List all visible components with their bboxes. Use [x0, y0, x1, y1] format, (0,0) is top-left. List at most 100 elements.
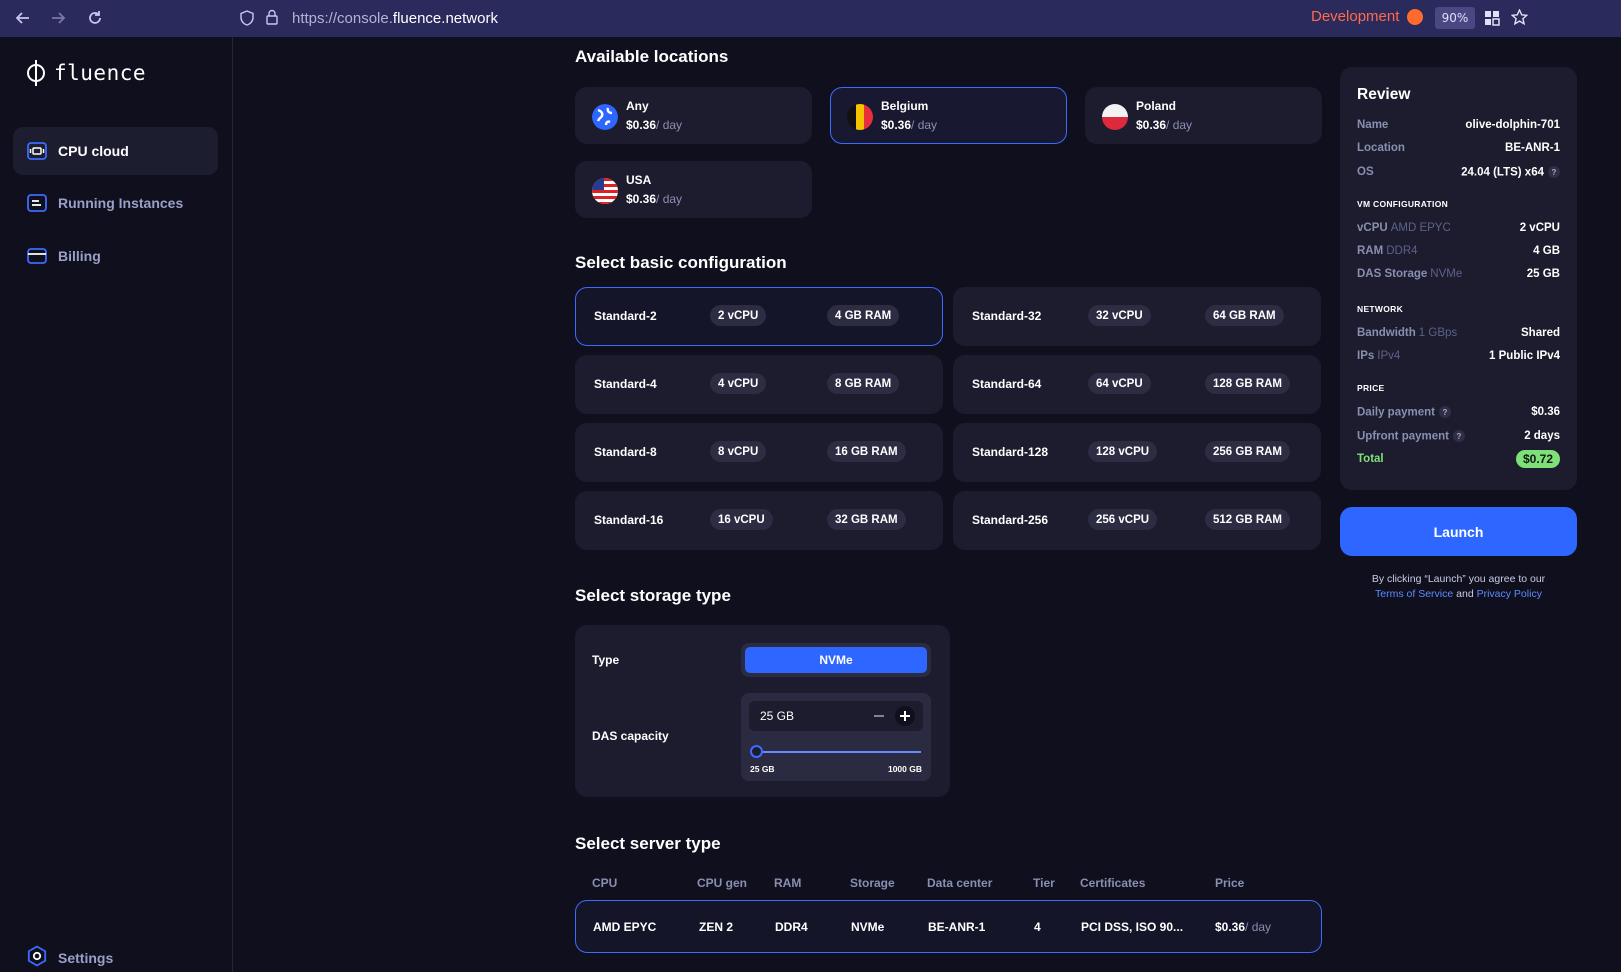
- launch-button[interactable]: Launch: [1340, 507, 1577, 556]
- review-row-das-storage: DAS Storage NVMe 25 GB: [1357, 268, 1560, 280]
- reload-icon[interactable]: [85, 8, 105, 28]
- ram-pill: 8 GB RAM: [827, 373, 900, 394]
- capacity-slider-handle[interactable]: [750, 745, 763, 758]
- config-name: Standard-2: [594, 309, 657, 323]
- location-name: Any: [626, 99, 649, 113]
- review-row-ram: RAM DDR4 4 GB: [1357, 245, 1560, 257]
- browser-toolbar: https://console.fluence.network Developm…: [0, 0, 1621, 37]
- cpu-pill: 64 vCPU: [1088, 373, 1151, 394]
- server-row[interactable]: AMD EPYC ZEN 2 DDR4 NVMe BE-ANR-1 4 PCI …: [575, 900, 1322, 953]
- ram-pill: 16 GB RAM: [827, 441, 906, 462]
- config-card-standard-128[interactable]: Standard-128 128 vCPU 256 GB RAM: [953, 423, 1321, 482]
- config-name: Standard-8: [594, 445, 657, 459]
- slider-min-label: 25 GB: [750, 764, 775, 774]
- config-card-standard-16[interactable]: Standard-16 16 vCPU 32 GB RAM: [575, 491, 943, 550]
- server-list-icon: [26, 192, 48, 214]
- sidebar-item-billing[interactable]: Billing: [13, 232, 218, 280]
- cell-cpu-gen: ZEN 2: [699, 920, 734, 934]
- price-section: PRICE: [1357, 383, 1385, 393]
- col-header-cpu-gen: CPU gen: [697, 876, 748, 890]
- storage-panel: Type NVMe DAS capacity 25 GB 25 GB 1000 …: [575, 625, 950, 797]
- sidebar-item-label: Billing: [58, 248, 101, 264]
- help-icon[interactable]: ?: [1438, 406, 1451, 418]
- help-icon[interactable]: ?: [1548, 166, 1560, 178]
- col-header-tier: Tier: [1033, 876, 1055, 890]
- back-icon[interactable]: [13, 8, 33, 28]
- terms-of-service-link[interactable]: Terms of Service: [1375, 588, 1453, 600]
- fluence-logo-icon: [26, 59, 46, 87]
- vm-config-section: VM CONFIGURATION: [1357, 199, 1449, 209]
- config-name: Standard-4: [594, 377, 657, 391]
- sidebar-item-cpu-cloud[interactable]: CPU cloud: [13, 127, 218, 175]
- cpu-pill: 16 vCPU: [710, 509, 773, 530]
- location-price: $0.36/ day: [1136, 118, 1193, 132]
- col-header-price: Price: [1215, 876, 1245, 890]
- settings-icon: [26, 945, 48, 970]
- location-name: Belgium: [881, 99, 929, 113]
- profile-dot-icon: [1407, 9, 1423, 25]
- cell-storage: NVMe: [851, 920, 885, 934]
- increment-button[interactable]: [895, 706, 915, 726]
- config-card-standard-8[interactable]: Standard-8 8 vCPU 16 GB RAM: [575, 423, 943, 482]
- forward-icon[interactable]: [48, 8, 68, 28]
- das-capacity-input[interactable]: 25 GB: [749, 701, 923, 731]
- sidebar-item-running-instances[interactable]: Running Instances: [13, 179, 218, 227]
- cell-ram: DDR4: [775, 920, 808, 934]
- das-capacity-control: 25 GB 25 GB 1000 GB: [741, 693, 931, 781]
- config-name: Standard-128: [972, 445, 1049, 459]
- profile-label: Development: [1311, 8, 1400, 25]
- config-name: Standard-16: [594, 513, 664, 527]
- config-card-standard-256[interactable]: Standard-256 256 vCPU 512 GB RAM: [953, 491, 1321, 550]
- config-name: Standard-32: [972, 309, 1042, 323]
- review-panel: Review Name olive-dolphin-701 Location B…: [1340, 67, 1577, 490]
- capacity-slider-track[interactable]: [755, 751, 921, 753]
- config-card-standard-4[interactable]: Standard-4 4 vCPU 8 GB RAM: [575, 355, 943, 414]
- review-row-os: OS 24.04 (LTS) x64?: [1357, 166, 1560, 182]
- review-row-total: Total $0.72: [1357, 450, 1560, 469]
- location-price: $0.36/ day: [881, 118, 938, 132]
- zoom-level[interactable]: 90%: [1435, 7, 1475, 29]
- total-badge: $0.72: [1515, 450, 1560, 468]
- location-name: Poland: [1136, 99, 1177, 113]
- belgium-flag-icon: [847, 104, 873, 130]
- location-card-poland[interactable]: Poland $0.36/ day: [1085, 87, 1322, 144]
- shield-icon: [240, 10, 254, 30]
- ram-pill: 32 GB RAM: [827, 509, 906, 530]
- ram-pill: 4 GB RAM: [827, 305, 900, 326]
- usa-flag-icon: [592, 178, 618, 204]
- sidebar-item-label: CPU cloud: [58, 143, 129, 159]
- location-card-usa[interactable]: USA $0.36/ day: [575, 161, 812, 218]
- capacity-value: 25 GB: [760, 709, 795, 723]
- cpu-icon: [26, 140, 48, 162]
- cpu-pill: 256 vCPU: [1088, 509, 1158, 530]
- location-price: $0.36/ day: [626, 192, 683, 206]
- location-card-any[interactable]: Any $0.36/ day: [575, 87, 812, 144]
- decrement-button[interactable]: [869, 706, 889, 726]
- logo[interactable]: fluence: [26, 59, 146, 87]
- locations-title: Available locations: [575, 47, 729, 66]
- config-title: Select basic configuration: [575, 253, 787, 272]
- sidebar-item-settings[interactable]: Settings: [26, 945, 113, 970]
- star-icon[interactable]: [1510, 8, 1529, 30]
- extensions-icon[interactable]: [1484, 10, 1500, 30]
- help-icon[interactable]: ?: [1453, 430, 1465, 442]
- config-card-standard-2[interactable]: Standard-2 2 vCPU 4 GB RAM: [575, 287, 943, 346]
- review-row-daily-payment: Daily payment? $0.36: [1357, 406, 1560, 419]
- ram-pill: 64 GB RAM: [1205, 305, 1284, 326]
- globe-icon: [592, 104, 618, 130]
- cpu-pill: 128 vCPU: [1088, 441, 1158, 462]
- privacy-policy-link[interactable]: Privacy Policy: [1477, 588, 1542, 600]
- storage-type-nvme-button[interactable]: NVMe: [745, 647, 927, 673]
- sidebar-item-label: Running Instances: [58, 195, 184, 211]
- config-card-standard-64[interactable]: Standard-64 64 vCPU 128 GB RAM: [953, 355, 1321, 414]
- review-title: Review: [1357, 86, 1411, 103]
- location-card-belgium[interactable]: Belgium $0.36/ day: [830, 87, 1067, 144]
- storage-type-selector: NVMe: [741, 643, 931, 677]
- config-card-standard-32[interactable]: Standard-32 32 vCPU 64 GB RAM: [953, 287, 1321, 346]
- config-name: Standard-64: [972, 377, 1042, 391]
- cpu-pill: 8 vCPU: [710, 441, 767, 462]
- cell-data-center: BE-ANR-1: [928, 920, 986, 934]
- lock-icon: [266, 9, 278, 29]
- col-header-data-center: Data center: [927, 876, 993, 890]
- network-section: NETWORK: [1357, 304, 1404, 314]
